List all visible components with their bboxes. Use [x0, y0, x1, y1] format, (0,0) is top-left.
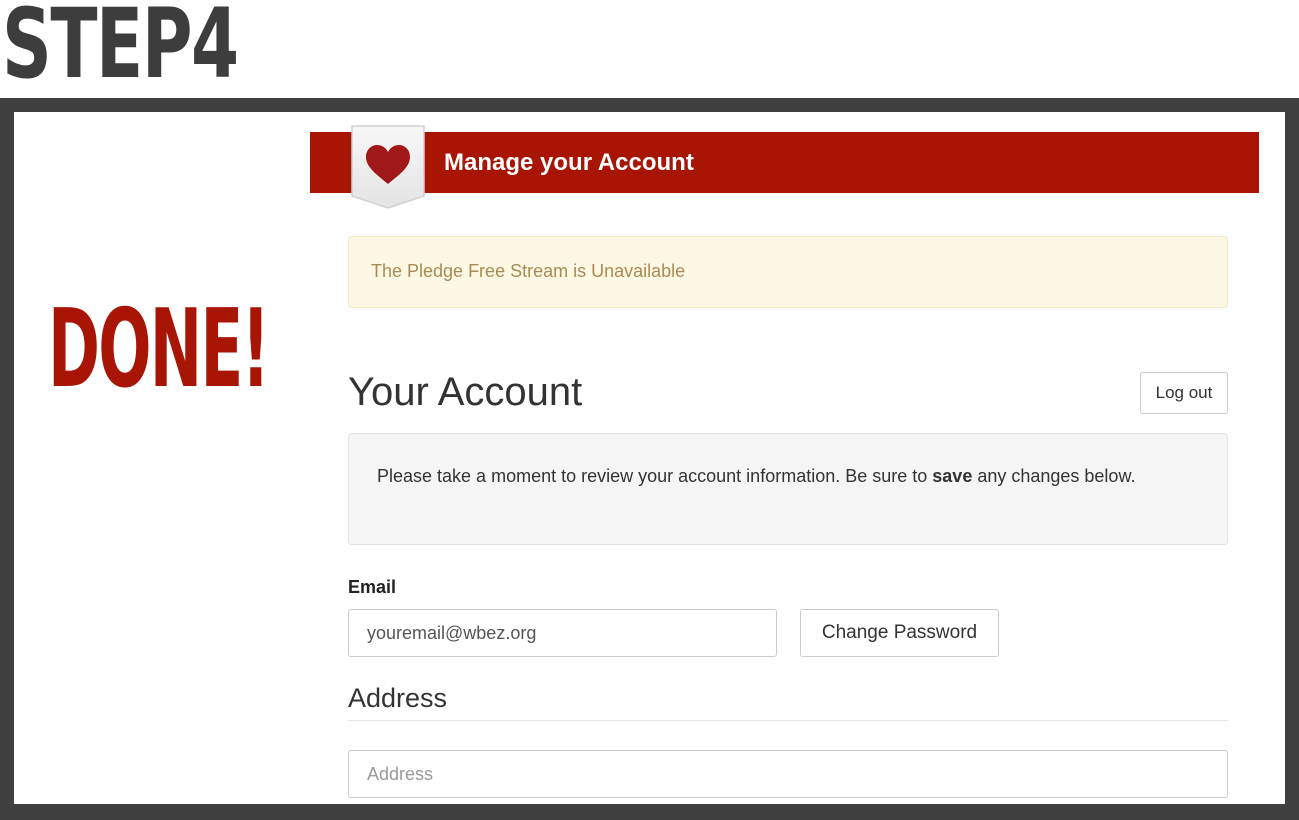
address-input[interactable] [348, 750, 1228, 798]
page-title: Your Account [348, 370, 583, 414]
heart-badge [351, 125, 425, 209]
account-notice: Please take a moment to review your acco… [348, 433, 1228, 545]
step-title: STEP4 [2, 0, 239, 100]
notice-text: Please take a moment to review your acco… [377, 466, 1136, 486]
email-input[interactable] [348, 609, 777, 657]
stream-alert: The Pledge Free Stream is Unavailable [348, 236, 1228, 308]
save-emphasis: save [932, 466, 973, 486]
email-label: Email [348, 577, 397, 597]
change-password-button[interactable]: Change Password [800, 609, 999, 657]
logout-button[interactable]: Log out [1140, 372, 1228, 414]
banner-title: Manage your Account [444, 149, 694, 176]
section-divider [348, 720, 1228, 721]
alert-text: The Pledge Free Stream is Unavailable [371, 261, 686, 281]
done-label: DONE! [48, 287, 270, 412]
address-section-title: Address [348, 683, 448, 713]
